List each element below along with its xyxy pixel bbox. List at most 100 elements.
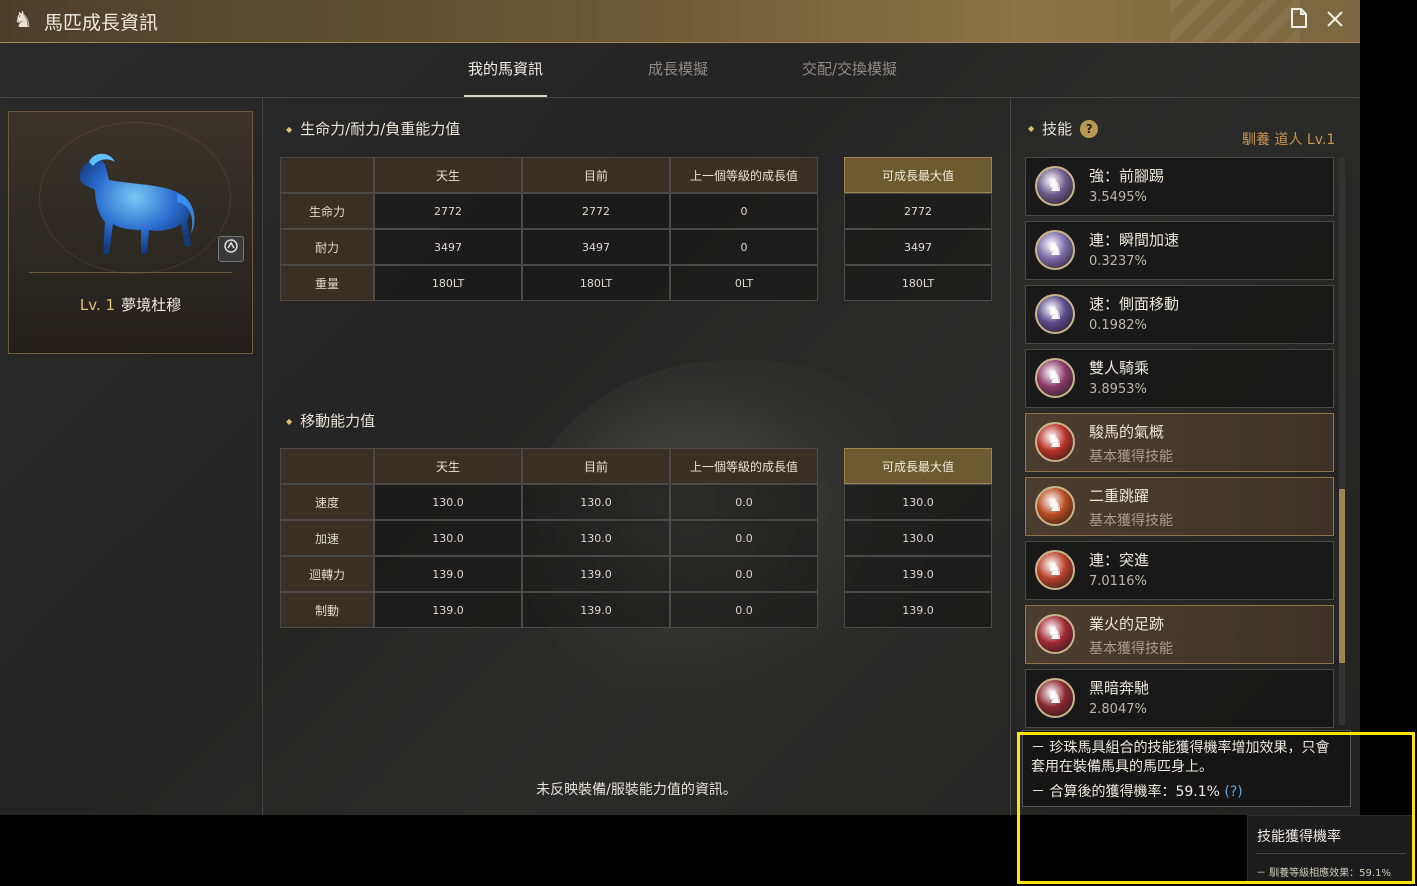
info-line-2: － 合算後的獲得機率：59.1% (?) [1031,783,1342,802]
col-header: 天生 [374,448,522,484]
skill-item[interactable]: ♞ 強：前腳踢 3.5495% [1025,157,1334,216]
title-bar[interactable]: ♞ 馬匹成長資訊 [0,0,1360,43]
horse-name: 夢境杜穆 [121,296,182,314]
cell: 3497 [374,229,522,265]
double-ride-icon: ♞ [1035,358,1075,398]
skill-rate: 3.8953% [1089,382,1147,397]
scroll-thumb[interactable] [1339,489,1345,663]
horse-portrait-card: Lv. 1 夢境杜穆 [8,111,253,354]
tooltip-divider [1256,853,1406,854]
close-icon[interactable] [1322,8,1348,34]
row-label: 重量 [280,265,374,301]
skill-item[interactable]: ♞ 業火的足跡 基本獲得技能 [1025,605,1334,664]
dark-gallop-icon: ♞ [1035,678,1075,718]
horse-growth-window: ♞ 馬匹成長資訊 我的馬資訊 成長模擬 交配/交換模擬 Lv. 1 夢境杜穆 ◆… [0,0,1360,815]
horse-name-label: Lv. 1 夢境杜穆 [9,294,252,315]
table-row: 制動 139.0 139.0 0.0 139.0 [280,592,992,628]
side-step-icon: ♞ [1035,294,1075,334]
vitality-section-title: 生命力/耐力/負重能力值 [286,118,460,139]
rate-help-link[interactable]: (?) [1224,784,1242,800]
cell: 0 [670,193,818,229]
skill-rate: 3.5495% [1089,190,1147,205]
row-label: 生命力 [280,193,374,229]
skill-scrollbar[interactable] [1339,157,1345,725]
cell-max: 139.0 [844,592,992,628]
cell: 130.0 [522,484,670,520]
table-row: 重量 180LT 180LT 0LT 180LT [280,265,992,301]
document-icon[interactable] [1286,8,1312,34]
tooltip-title: 技能獲得機率 [1257,829,1341,845]
skill-name: 連：突進 [1089,551,1150,569]
cell-max: 139.0 [844,556,992,592]
skill-basic-label: 基本獲得技能 [1089,449,1173,465]
skill-rate: 7.0116% [1089,574,1147,589]
row-label: 加速 [280,520,374,556]
cell: 130.0 [374,520,522,556]
cell: 0.0 [670,520,818,556]
skill-name: 強：前腳踢 [1089,167,1165,185]
tab-breeding-simulation[interactable]: 交配/交換模擬 [802,58,897,79]
cell: 0.0 [670,484,818,520]
swap-horse-button[interactable] [218,236,244,262]
window-title: 馬匹成長資訊 [44,11,159,34]
cell: 0.0 [670,556,818,592]
col-header: 目前 [522,157,670,193]
cell-max: 130.0 [844,484,992,520]
horse-level: Lv. 1 [79,296,116,314]
cell: 0LT [670,265,818,301]
cell-max: 2772 [844,193,992,229]
table-corner [280,448,374,484]
double-jump-icon: ♞ [1035,486,1075,526]
cell: 0 [670,229,818,265]
col-header-max: 可成長最大值 [844,157,992,193]
table-corner [280,157,374,193]
tab-bar: 我的馬資訊 成長模擬 交配/交換模擬 [0,44,1360,98]
skill-rate: 0.1982% [1089,318,1147,333]
cell: 139.0 [374,556,522,592]
col-header: 上一個等級的成長值 [670,448,818,484]
instant-accel-icon: ♞ [1035,230,1075,270]
skill-item[interactable]: ♞ 速：側面移動 0.1982% [1025,285,1334,344]
skill-item[interactable]: ♞ 駿馬的氣概基本獲得技能 [1025,413,1334,472]
skill-rate: 0.3237% [1089,254,1147,269]
cell: 180LT [374,265,522,301]
front-kick-icon: ♞ [1035,166,1075,206]
help-icon[interactable]: ? [1080,119,1099,138]
skill-item[interactable]: ♞ 黑暗奔馳 2.8047% [1025,669,1334,728]
skills-section-title: 技能 ? [1028,118,1099,139]
table-row: 迴轉力 139.0 139.0 0.0 139.0 [280,556,992,592]
cell: 130.0 [522,520,670,556]
skill-item[interactable]: ♞ 二重跳躍 基本獲得技能 [1025,477,1334,536]
skill-item[interactable]: ♞ 連：瞬間加速 0.3237% [1025,221,1334,280]
row-label: 速度 [280,484,374,520]
cell: 139.0 [522,556,670,592]
skill-item[interactable]: ♞ 連：突進 7.0116% [1025,541,1334,600]
row-label: 迴轉力 [280,556,374,592]
table-row: 耐力 3497 3497 0 3497 [280,229,992,265]
cell: 2772 [522,193,670,229]
cell: 2772 [374,193,522,229]
cell-max: 130.0 [844,520,992,556]
tab-my-horse-info[interactable]: 我的馬資訊 [463,58,548,97]
cell: 3497 [522,229,670,265]
title-decoration [1170,0,1300,43]
skill-name: 二重跳躍 [1089,487,1150,505]
tab-growth-simulation[interactable]: 成長模擬 [648,58,708,79]
cell: 139.0 [374,592,522,628]
equipment-footnote: 未反映裝備/服裝能力值的資訊。 [536,782,737,798]
row-label: 制動 [280,592,374,628]
movement-section-title: 移動能力值 [286,410,375,431]
horse-head-icon: ♞ [13,8,33,33]
skill-item[interactable]: ♞ 雙人騎乘 3.8953% [1025,349,1334,408]
heart-icon: ♞ [1035,422,1075,462]
horse-portrait-image [79,153,195,254]
skill-rate-info-box: － 珍珠馬具組合的技能獲得機率增加效果，只會套用在裝備馬具的馬匹身上。 － 合算… [1022,730,1351,807]
skill-name: 駿馬的氣概 [1089,423,1165,441]
fire-footprint-icon: ♞ [1035,614,1075,654]
cell: 180LT [522,265,670,301]
table-row: 生命力 2772 2772 0 2772 [280,193,992,229]
cell: 139.0 [522,592,670,628]
skill-list: ♞ 強：前腳踢 3.5495% ♞ 連：瞬間加速 0.3237% ♞ 速：側面移動 0.1982… [1025,157,1334,733]
vitality-stats-table: 天生 目前 上一個等級的成長值 可成長最大值 生命力 2772 2772 0 2… [280,157,992,301]
skills-title-text: 技能 [1042,120,1073,138]
